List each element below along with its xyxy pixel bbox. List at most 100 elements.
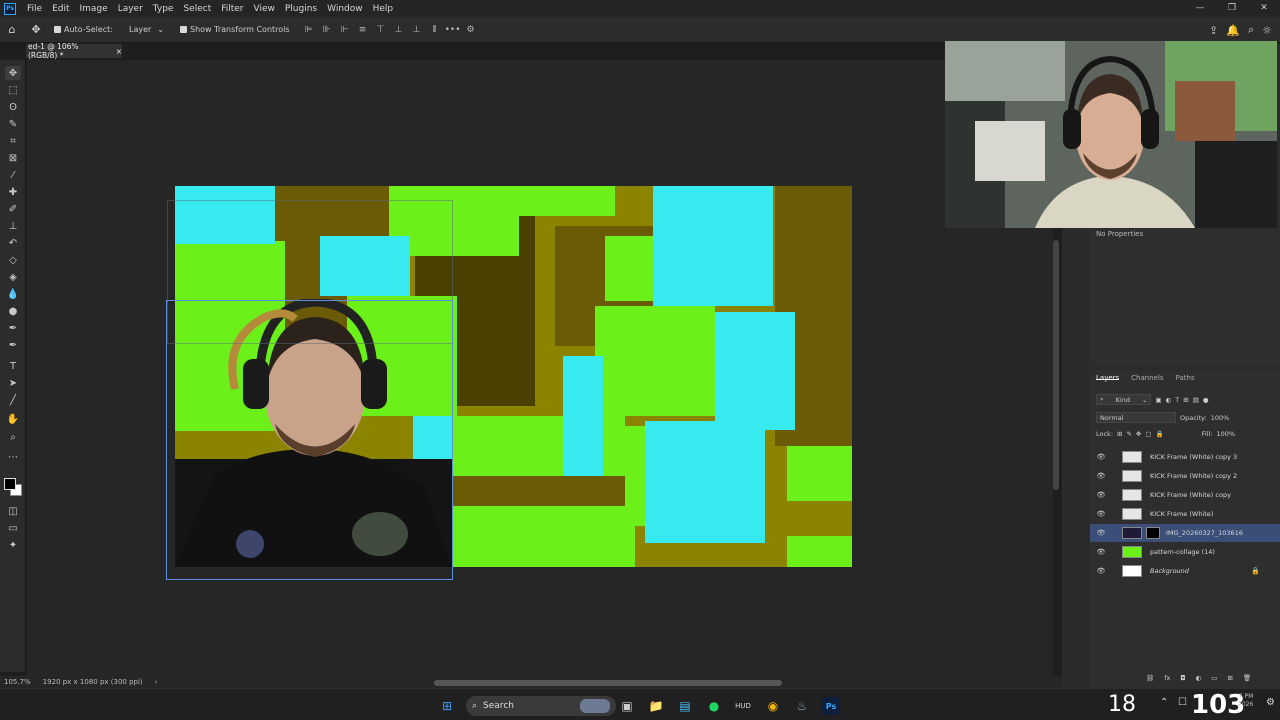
zoom-tool-icon[interactable]: ⌕	[5, 430, 21, 444]
filter-toggle-icon[interactable]: ●	[1203, 396, 1209, 404]
tray-chevron-icon[interactable]: ⌃	[1160, 697, 1168, 708]
marquee-tool-icon[interactable]: ⬚	[5, 83, 21, 97]
auto-select-checkbox[interactable]: Auto-Select:	[54, 25, 113, 34]
canvas-area[interactable]	[27, 60, 1053, 676]
stamp-tool-icon[interactable]: ⊥	[5, 219, 21, 233]
layer-row[interactable]: 👁 KICK Frame (White) copy 3	[1090, 448, 1280, 466]
eye-icon[interactable]: 👁	[1094, 510, 1108, 518]
lock-pixels-icon[interactable]: ✎	[1126, 430, 1131, 438]
layer-row-selected[interactable]: 👁 IMG_20260327_103616	[1090, 524, 1280, 542]
fill-value[interactable]: 100%	[1217, 430, 1236, 438]
link-layers-icon[interactable]: ⛓	[1146, 674, 1154, 682]
file-explorer-icon[interactable]: 📁	[647, 697, 665, 715]
menu-window[interactable]: Window	[322, 4, 368, 14]
line-tool-icon[interactable]: ╱	[5, 393, 21, 407]
opacity-value[interactable]: 100%	[1211, 414, 1230, 422]
close-icon[interactable]: ✕	[1248, 0, 1280, 17]
task-view-icon[interactable]: ▣	[618, 697, 636, 715]
notification-icon[interactable]: ⚙	[1266, 697, 1275, 708]
fx-icon[interactable]: fx	[1164, 674, 1170, 682]
photoshop-taskbar-icon[interactable]: Ps	[822, 697, 840, 715]
menu-view[interactable]: View	[249, 4, 280, 14]
selection-bounding-box[interactable]	[166, 300, 453, 580]
close-tab-icon[interactable]: ×	[116, 47, 122, 56]
filter-smart-icon[interactable]: ▤	[1193, 396, 1199, 404]
layer-row[interactable]: 👁 Background 🔒	[1090, 562, 1280, 580]
vertical-scrollbar[interactable]	[1053, 240, 1059, 490]
status-arrow-icon[interactable]: ›	[155, 678, 158, 686]
eye-icon[interactable]: 👁	[1094, 567, 1108, 575]
layer-row[interactable]: 👁 KICK Frame (White) copy 2	[1090, 467, 1280, 485]
auto-select-dropdown[interactable]: Layer ⌄	[125, 23, 168, 37]
notifications-bell-icon[interactable]: 🔔	[1226, 24, 1240, 37]
filter-pixel-icon[interactable]: ▣	[1155, 396, 1161, 404]
menu-file[interactable]: File	[22, 4, 47, 14]
filter-type-icon[interactable]: T	[1175, 396, 1179, 404]
tab-channels[interactable]: Channels	[1131, 374, 1163, 382]
eye-icon[interactable]: 👁	[1094, 548, 1108, 556]
lock-all-icon[interactable]: 🔒	[1156, 430, 1164, 438]
notepad-icon[interactable]: ▤	[676, 697, 694, 715]
filter-shape-icon[interactable]: ⊞	[1183, 396, 1188, 404]
eye-icon[interactable]: 👁	[1094, 472, 1108, 480]
history-brush-icon[interactable]: ↶	[5, 236, 21, 250]
path-select-icon[interactable]: ➤	[5, 376, 21, 390]
menu-type[interactable]: Type	[148, 4, 179, 14]
delete-layer-icon[interactable]: 🗑	[1243, 674, 1251, 682]
layer-row[interactable]: 👁 KICK Frame (White)	[1090, 505, 1280, 523]
blur-tool-icon[interactable]: 💧	[5, 287, 21, 301]
align-top-icon[interactable]: ⊤	[374, 23, 388, 37]
pen-tool-icon[interactable]: ✒	[5, 321, 21, 335]
taskbar-search[interactable]: ⌕ Search	[466, 696, 616, 716]
align-bottom-icon[interactable]: ⊥	[410, 23, 424, 37]
windows-start-icon[interactable]: ⊞	[438, 697, 456, 715]
menu-plugins[interactable]: Plugins	[280, 4, 322, 14]
share-icon[interactable]: ⇪	[1209, 24, 1218, 37]
move-tool-preset-icon[interactable]: ✥	[28, 22, 44, 38]
layer-mask-thumbnail[interactable]	[1146, 527, 1160, 539]
crop-tool-icon[interactable]: ⌗	[5, 134, 21, 148]
spotify-icon[interactable]: ●	[705, 697, 723, 715]
layer-filter-dropdown[interactable]: ⌕ Kind ⌄	[1096, 394, 1152, 405]
pen-tool-alt-icon[interactable]: ✒	[5, 338, 21, 352]
dodge-tool-icon[interactable]: ●	[5, 304, 21, 318]
minimize-icon[interactable]: —	[1184, 0, 1216, 17]
filter-adjustment-icon[interactable]: ◐	[1166, 396, 1172, 404]
search-icon[interactable]: ⌕	[1248, 23, 1254, 37]
layer-row[interactable]: 👁 KICK Frame (White) copy	[1090, 486, 1280, 504]
photoshop-logo-icon[interactable]: Ps	[4, 2, 16, 15]
edit-toolbar-icon[interactable]: ⋯	[5, 450, 21, 464]
generative-fill-icon[interactable]: ✦	[5, 538, 21, 552]
eye-icon[interactable]: 👁	[1094, 529, 1108, 537]
foreground-color-swatch[interactable]	[4, 478, 16, 490]
discover-icon[interactable]: ☼	[1262, 24, 1272, 37]
eye-icon[interactable]: 👁	[1094, 491, 1108, 499]
settings-gear-icon[interactable]: ⚙	[464, 23, 478, 37]
eraser-tool-icon[interactable]: ◇	[5, 253, 21, 267]
eye-icon[interactable]: 👁	[1094, 453, 1108, 461]
align-left-icon[interactable]: ⊫	[302, 23, 316, 37]
layer-row[interactable]: 👁 pattern-collage (14)	[1090, 543, 1280, 561]
add-mask-icon[interactable]: ◘	[1180, 674, 1185, 682]
restore-icon[interactable]: ❐	[1216, 0, 1248, 17]
zoom-level[interactable]: 105.7%	[4, 678, 31, 686]
lock-transparent-icon[interactable]: ⊞	[1117, 430, 1122, 438]
quick-select-tool-icon[interactable]: ✎	[5, 117, 21, 131]
distribute-vertical-icon[interactable]: ⫴	[428, 23, 442, 37]
system-clock[interactable]: 7 PM 2026	[1238, 693, 1253, 709]
tab-paths[interactable]: Paths	[1176, 374, 1195, 382]
healing-tool-icon[interactable]: ✚	[5, 185, 21, 199]
weather-temperature[interactable]: 18	[1108, 689, 1136, 720]
screen-mode-icon[interactable]: ▭	[5, 521, 21, 535]
blend-mode-dropdown[interactable]: Normal	[1096, 412, 1176, 423]
horizontal-scrollbar[interactable]	[434, 680, 782, 686]
document-info[interactable]: 1920 px x 1080 px (300 ppi)	[43, 678, 143, 686]
menu-edit[interactable]: Edit	[47, 4, 74, 14]
align-center-icon[interactable]: ⊪	[320, 23, 334, 37]
lasso-tool-icon[interactable]: ʘ	[5, 100, 21, 114]
adjustment-layer-icon[interactable]: ◐	[1196, 674, 1202, 682]
eyedropper-tool-icon[interactable]: ⁄	[5, 168, 21, 182]
chrome-icon[interactable]: ◉	[764, 697, 782, 715]
lock-artboard-icon[interactable]: ▢	[1145, 430, 1151, 438]
new-group-icon[interactable]: ▭	[1211, 674, 1217, 682]
